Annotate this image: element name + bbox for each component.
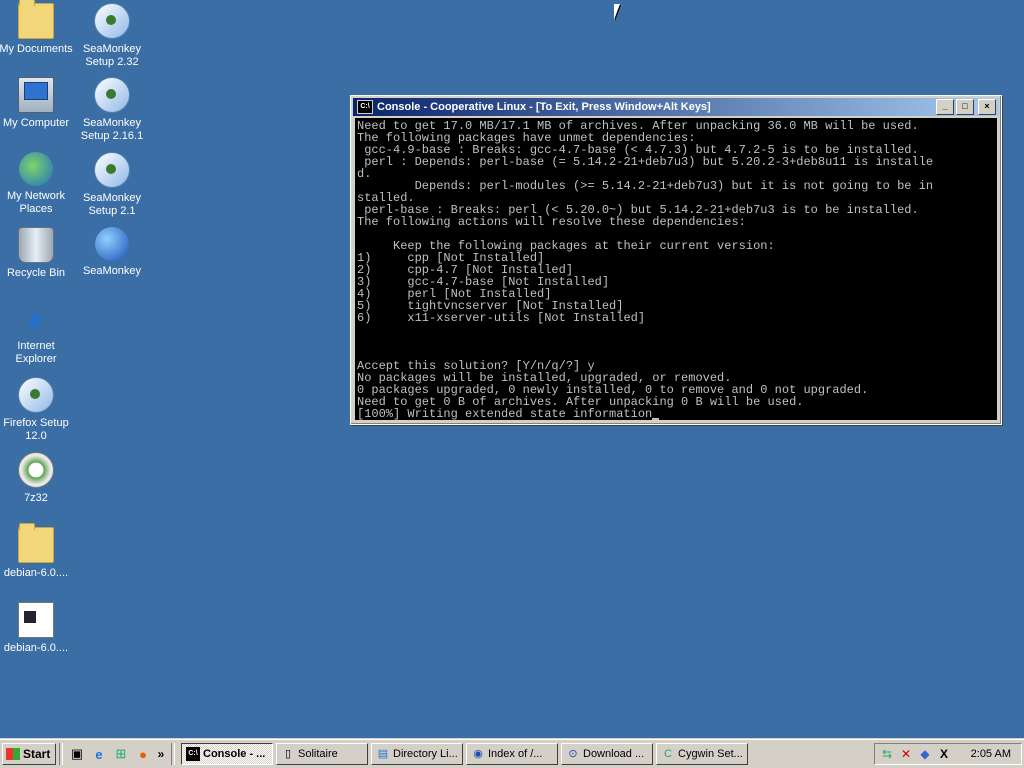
show-desktop-icon[interactable]: ▣ <box>68 745 86 763</box>
folder-icon <box>18 523 54 563</box>
desktop-icon-label: SeaMonkey <box>82 265 142 277</box>
quick-launch-more-button[interactable]: » <box>156 745 166 763</box>
internet-explorer-icon: e <box>29 302 43 335</box>
firefox-icon[interactable]: ● <box>134 745 152 763</box>
disconnected-tray-icon[interactable]: ✕ <box>898 746 914 762</box>
window-title: Console - Cooperative Linux - [To Exit, … <box>377 101 711 113</box>
desktop-icon-label: debian-6.0.... <box>3 642 69 654</box>
installer-icon <box>94 3 130 39</box>
desktop-icon-seamonkey-setup-2-16-1[interactable]: SeaMonkey Setup 2.16.1 <box>74 77 150 143</box>
network-icon[interactable]: ⊞ <box>112 745 130 763</box>
windows-flag-icon <box>6 748 20 760</box>
desktop-icon-label: Firefox Setup 12.0 <box>3 417 69 442</box>
start-label: Start <box>23 747 51 761</box>
start-button[interactable]: Start <box>2 743 56 765</box>
task-label: Directory Li... <box>393 748 458 760</box>
taskbar-separator <box>59 743 63 765</box>
desktop-icon-label: SeaMonkey Setup 2.1 <box>82 192 142 217</box>
taskbar: Start ▣ e ⊞ ● » C:\ Console - ... ▯ Soli… <box>0 739 1024 768</box>
network-tray-icon[interactable]: ⇆ <box>879 746 895 762</box>
text-cursor <box>652 418 660 420</box>
desktop-icon-label: 7z32 <box>24 492 48 504</box>
task-label: Download ... <box>583 748 645 760</box>
task-cygwin-setup[interactable]: C Cygwin Set... <box>656 743 748 765</box>
desktop-icon-debian-folder[interactable]: debian-6.0.... <box>0 523 74 580</box>
console-output[interactable]: Need to get 17.0 MB/17.1 MB of archives.… <box>355 118 997 420</box>
task-label: Index of /... <box>488 748 543 760</box>
recycle-bin-icon <box>18 227 54 263</box>
desktop-icon-my-network-places[interactable]: My Network Places <box>0 152 74 216</box>
console-line: The following actions will resolve these… <box>357 215 746 229</box>
desktop-icon-label: debian-6.0.... <box>3 567 69 579</box>
solitaire-icon: ▯ <box>284 748 292 760</box>
mixer-tray-icon[interactable]: ◆ <box>917 746 933 762</box>
task-solitaire[interactable]: ▯ Solitaire <box>276 743 368 765</box>
task-label: Console - ... <box>203 748 266 760</box>
taskbar-separator <box>171 743 175 765</box>
7zip-installer-icon <box>18 452 54 488</box>
desktop-icon-7z32[interactable]: 7z32 <box>0 452 74 505</box>
desktop-icon-recycle-bin[interactable]: Recycle Bin <box>0 227 74 280</box>
my-documents-icon <box>18 0 54 39</box>
console-line: perl : Depends: perl-base (= 5.14.2-21+d… <box>357 155 934 169</box>
minimize-button[interactable]: _ <box>936 99 954 115</box>
desktop-icon-label: SeaMonkey Setup 2.32 <box>82 43 142 68</box>
desktop-icon-debian-file[interactable]: debian-6.0.... <box>0 602 74 655</box>
task-console[interactable]: C:\ Console - ... <box>181 743 273 765</box>
desktop-icon-internet-explorer[interactable]: e Internet Explorer <box>0 302 74 366</box>
mouse-pointer-icon <box>614 4 620 20</box>
desktop-icon-label: My Computer <box>2 117 70 129</box>
console-line: Depends: perl-modules (>= 5.14.2-21+deb7… <box>357 179 934 193</box>
x-server-tray-icon[interactable]: X <box>936 746 952 762</box>
task-label: Cygwin Set... <box>678 748 743 760</box>
desktop-icon-seamonkey-setup-2-1[interactable]: SeaMonkey Setup 2.1 <box>74 152 150 218</box>
task-download[interactable]: ⊙ Download ... <box>561 743 653 765</box>
desktop-icon-label: My Documents <box>0 43 73 55</box>
desktop-icon-my-documents[interactable]: My Documents <box>0 0 74 56</box>
console-window[interactable]: C:\ Console - Cooperative Linux - [To Ex… <box>350 95 1002 425</box>
desktop-icon-label: My Network Places <box>6 190 66 215</box>
desktop-icon-seamonkey[interactable]: SeaMonkey <box>74 227 150 278</box>
cygwin-icon: C <box>664 748 672 760</box>
desktop-icon-my-computer[interactable]: My Computer <box>0 77 74 130</box>
desktop-icon-label: Recycle Bin <box>6 267 66 279</box>
desktop-icon-seamonkey-setup-2-32[interactable]: SeaMonkey Setup 2.32 <box>74 3 150 69</box>
seamonkey-icon: ◉ <box>473 748 483 760</box>
task-label: Solitaire <box>298 748 338 760</box>
seamonkey-icon <box>95 227 129 261</box>
network-places-icon <box>19 152 53 186</box>
console-line: [100%] Writing extended state informatio… <box>357 408 997 420</box>
file-icon <box>18 602 54 638</box>
browser-icon: ▤ <box>377 748 389 760</box>
task-index-of[interactable]: ◉ Index of /... <box>466 743 558 765</box>
desktop-icon-label: SeaMonkey Setup 2.16.1 <box>80 117 144 142</box>
desktop-icon-label: Internet Explorer <box>15 340 57 365</box>
maximize-button[interactable]: □ <box>956 99 974 115</box>
task-directory-listing[interactable]: ▤ Directory Li... <box>371 743 463 765</box>
installer-icon <box>18 377 54 413</box>
console-icon: C:\ <box>357 100 373 114</box>
internet-explorer-icon[interactable]: e <box>90 745 108 763</box>
clock[interactable]: 2:05 AM <box>971 748 1011 760</box>
console-icon: C:\ <box>186 747 200 761</box>
close-button[interactable]: × <box>978 99 996 115</box>
system-tray: ⇆ ✕ ◆ X 2:05 AM <box>874 743 1022 765</box>
my-computer-icon <box>18 77 54 113</box>
console-line: 6) x11-xserver-utils [Not Installed] <box>357 311 646 325</box>
desktop-icon-firefox-setup-12-0[interactable]: Firefox Setup 12.0 <box>0 377 74 443</box>
installer-icon <box>94 152 130 188</box>
window-titlebar[interactable]: C:\ Console - Cooperative Linux - [To Ex… <box>353 98 999 116</box>
installer-icon <box>94 77 130 113</box>
download-icon: ⊙ <box>568 748 578 760</box>
